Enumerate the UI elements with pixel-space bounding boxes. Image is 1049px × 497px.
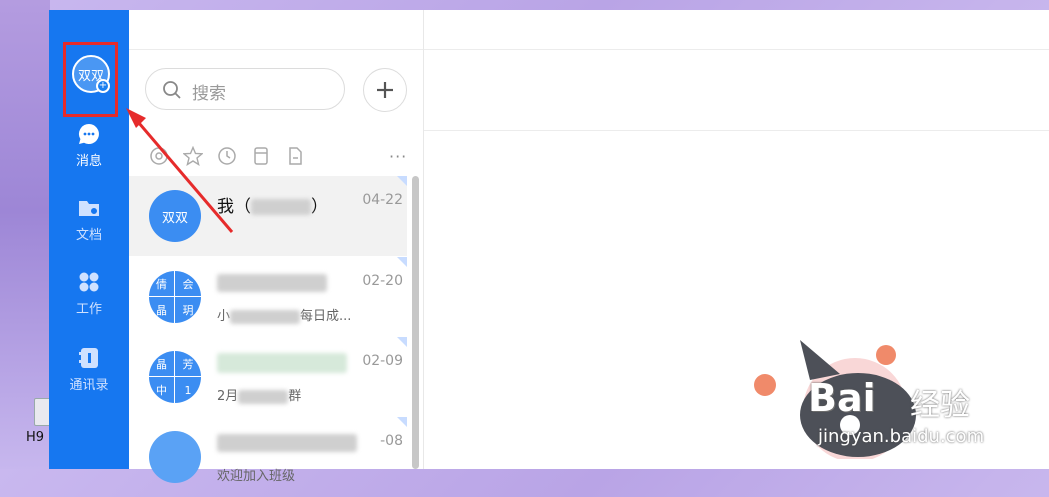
watermark-brand: Bai [808, 376, 876, 420]
watermark-url: jingyan.baidu.com [818, 426, 985, 447]
watermark: Bai 经验 jingyan.baidu.com [690, 330, 1000, 459]
watermark-brand-cn: 经验 [910, 388, 970, 423]
